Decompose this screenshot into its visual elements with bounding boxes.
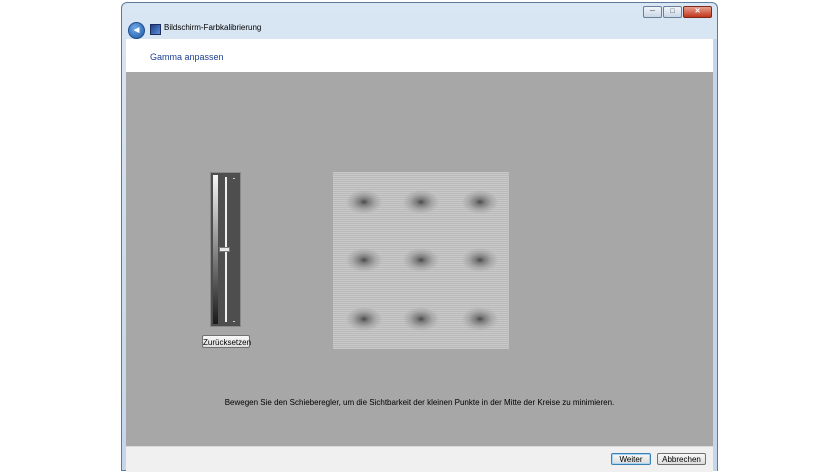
gamma-circle-3 (462, 190, 498, 214)
close-icon[interactable]: ✕ (683, 6, 712, 18)
display-calibration-icon (150, 24, 161, 35)
slider-tick-bottom (233, 321, 235, 322)
instruction-text: Bewegen Sie den Schieberegler, um die Si… (224, 398, 615, 407)
gamma-circle-9 (462, 307, 498, 331)
next-button[interactable]: Weiter (611, 453, 651, 465)
page-header: Gamma anpassen (126, 39, 713, 72)
maximize-icon[interactable]: □ (663, 6, 682, 18)
window-frame-edge (713, 39, 717, 471)
gamma-test-pattern (333, 172, 509, 349)
gray-ramp (213, 175, 218, 324)
content-area: Zurücksetzen Bewegen Sie den Schieberegl… (126, 72, 713, 446)
gamma-circle-7 (346, 307, 382, 331)
cancel-button[interactable]: Abbrechen (657, 453, 706, 465)
gamma-circle-4 (346, 248, 382, 272)
gamma-circle-8 (403, 307, 439, 331)
back-arrow-icon[interactable]: ◄ (128, 22, 145, 39)
calibration-window: ◄ Bildschirm-Farbkalibrierung ─ □ ✕ Gamm… (121, 2, 718, 472)
gamma-circle-5 (403, 248, 439, 272)
minimize-icon[interactable]: ─ (643, 6, 662, 18)
slider-tick-top (233, 178, 235, 179)
caption-buttons: ─ □ ✕ (643, 6, 712, 18)
window-title: Bildschirm-Farbkalibrierung (164, 23, 262, 32)
reset-button[interactable]: Zurücksetzen (202, 335, 251, 348)
slider-thumb[interactable] (219, 247, 230, 252)
page-title: Gamma anpassen (150, 52, 224, 62)
footer-bar: Weiter Abbrechen (126, 446, 713, 472)
gamma-circle-2 (403, 190, 439, 214)
gamma-slider[interactable] (210, 172, 241, 327)
title-bar: ◄ Bildschirm-Farbkalibrierung ─ □ ✕ (122, 3, 717, 39)
gamma-circle-6 (462, 248, 498, 272)
gamma-circle-1 (346, 190, 382, 214)
